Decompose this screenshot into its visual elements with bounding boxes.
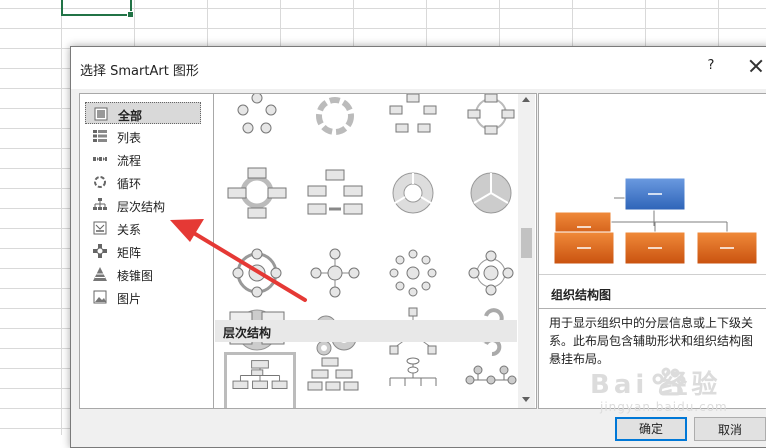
org-chart-layout-graphic [232,360,288,389]
gallery-tile[interactable] [302,352,368,408]
category-label: 关系 [117,223,142,237]
gallery-tile[interactable] [380,164,446,222]
category-label: 流程 [117,154,142,168]
gallery-tile[interactable] [380,244,446,302]
layout-gallery[interactable]: 层次结构 [213,93,537,409]
matrix-icon [93,244,107,258]
gallery-tile[interactable] [458,244,524,302]
watermark: Bai 经验 jingyan.baidu.com [588,362,766,435]
gallery-tile[interactable] [302,164,368,222]
watermark-text: Bai 经验 [590,370,722,400]
category-list-item[interactable]: 列表 [85,125,201,147]
section-header-hierarchy: 层次结构 [215,320,517,342]
scroll-down-icon[interactable] [522,397,530,402]
category-picture[interactable]: 图片 [85,286,201,308]
pyramid-icon [93,267,107,281]
radial-layout-graphic [389,249,437,297]
help-button[interactable]: ? [703,58,719,76]
gallery-scrollbar[interactable] [518,94,535,408]
cycle-layout-graphic [467,94,515,135]
category-process[interactable]: 流程 [85,148,201,170]
dialog-title: 选择 SmartArt 图形 [80,64,199,79]
hierarchy-layout-graphic [465,365,517,385]
scroll-thumb[interactable] [521,228,532,258]
category-hierarchy[interactable]: 层次结构 [85,194,201,216]
category-label: 列表 [117,131,142,145]
gallery-tile[interactable] [224,164,290,222]
dialog-titlebar: 选择 SmartArt 图形 ? [71,47,766,89]
cycle-layout-graphic [227,167,287,219]
cycle-layout-graphic [470,172,512,214]
radial-layout-graphic [232,248,282,298]
gallery-tile[interactable] [458,352,524,408]
picture-icon [93,290,107,304]
cycle-layout-graphic [316,97,354,135]
category-pyramid[interactable]: 棱锥图 [85,263,201,285]
gallery-tile[interactable] [458,94,524,144]
scroll-up-icon[interactable] [522,97,530,102]
category-label: 全部 [118,109,143,123]
preview-description-text: 用于显示组织中的分层信息或上下级关系。此布局包含辅助形状和组织结构图悬挂布局。 [549,316,754,366]
list-icon [93,130,107,142]
org-chart-preview [539,177,766,275]
hierarchy-layout-graphic [389,357,437,386]
gallery-tile[interactable] [224,94,290,144]
hierarchy-layout-graphic [307,357,359,391]
gallery-tile[interactable] [380,352,446,408]
category-label: 循环 [117,177,142,191]
balance-layout-graphic [307,169,363,215]
category-label: 棱锥图 [117,269,154,283]
all-icon [94,107,108,121]
gallery-tile[interactable] [380,94,446,144]
category-list: 全部 列表 流程 循环 层次结构 关系 矩阵 棱锥图 图片 [79,93,214,409]
relationship-icon [93,221,107,235]
category-matrix[interactable]: 矩阵 [85,240,201,262]
close-icon[interactable] [745,55,766,77]
preview-title: 组织结构图 [551,288,612,302]
category-label: 图片 [117,292,142,306]
gallery-tile-org-chart-selected[interactable] [224,352,296,408]
radial-layout-graphic [468,250,514,296]
category-label: 矩阵 [117,246,142,260]
cycle-layout-graphic [392,172,434,214]
gallery-tile[interactable] [224,244,290,302]
hierarchy-icon [93,198,107,210]
gallery-tile[interactable] [458,164,524,222]
cycle-layout-graphic [389,94,437,133]
category-label: 层次结构 [117,200,166,214]
watermark-url: jingyan.baidu.com [600,400,728,414]
radial-layout-graphic [310,248,360,298]
category-cycle[interactable]: 循环 [85,171,201,193]
gallery-tile[interactable] [302,244,368,302]
gallery-tile[interactable] [302,94,368,144]
active-cell[interactable] [61,0,134,18]
cycle-layout-graphic [237,94,277,134]
cycle-icon [94,176,106,188]
category-all[interactable]: 全部 [85,102,201,124]
process-icon [93,157,107,161]
section-header-label: 层次结构 [223,326,272,340]
category-relationship[interactable]: 关系 [85,217,201,239]
